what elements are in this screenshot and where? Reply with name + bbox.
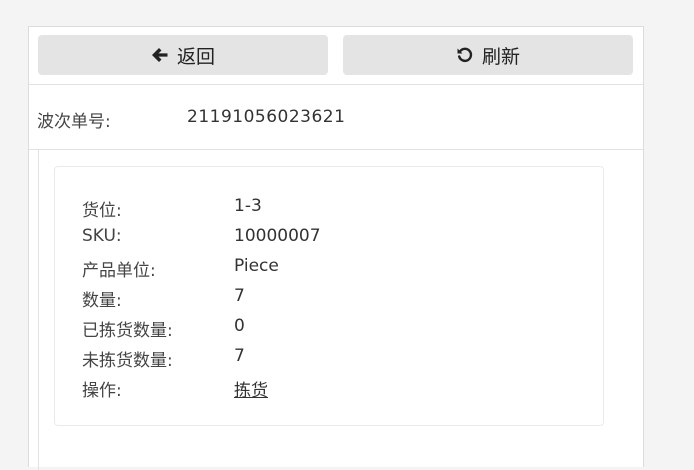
refresh-icon bbox=[456, 46, 474, 64]
unpicked-quantity-field: 未拣货数量: 7 bbox=[82, 346, 582, 371]
location-label: 货位: bbox=[82, 201, 122, 221]
wave-number-row: 波次单号: 21191056023621 bbox=[29, 85, 643, 150]
pick-list: 货位: 1-3 SKU: 10000007 产品单位: Piece 数量: 7 … bbox=[38, 150, 644, 470]
sku-label: SKU: bbox=[82, 226, 122, 246]
action-label: 操作: bbox=[82, 381, 122, 401]
action-field: 操作: 拣货 bbox=[82, 376, 582, 401]
wave-number-label: 波次单号: bbox=[37, 112, 111, 132]
unpicked-quantity-value: 7 bbox=[234, 346, 245, 366]
toolbar: 返回 刷新 bbox=[29, 27, 643, 85]
unit-field: 产品单位: Piece bbox=[82, 256, 582, 281]
arrow-left-icon bbox=[151, 46, 169, 64]
location-value: 1-3 bbox=[234, 196, 262, 216]
unit-value: Piece bbox=[234, 256, 279, 276]
picked-quantity-value: 0 bbox=[234, 316, 245, 336]
back-button-label: 返回 bbox=[176, 45, 215, 68]
quantity-field: 数量: 7 bbox=[82, 286, 582, 311]
quantity-value: 7 bbox=[234, 286, 245, 306]
location-field: 货位: 1-3 bbox=[82, 196, 582, 221]
refresh-button[interactable]: 刷新 bbox=[343, 35, 633, 75]
quantity-label: 数量: bbox=[82, 291, 122, 311]
back-button[interactable]: 返回 bbox=[38, 35, 328, 75]
unit-label: 产品单位: bbox=[82, 261, 156, 281]
refresh-button-label: 刷新 bbox=[481, 45, 520, 68]
picked-quantity-field: 已拣货数量: 0 bbox=[82, 316, 582, 341]
unpicked-quantity-label: 未拣货数量: bbox=[82, 351, 173, 371]
main-panel: 返回 刷新 波次单号: 21191056023621 货位: 1-3 SKU: … bbox=[28, 26, 644, 470]
pick-item-card: 货位: 1-3 SKU: 10000007 产品单位: Piece 数量: 7 … bbox=[54, 166, 604, 426]
pick-link[interactable]: 拣货 bbox=[234, 376, 268, 401]
sku-value: 10000007 bbox=[234, 226, 321, 246]
sku-field: SKU: 10000007 bbox=[82, 226, 582, 248]
wave-number-value: 21191056023621 bbox=[187, 107, 346, 127]
picked-quantity-label: 已拣货数量: bbox=[82, 321, 173, 341]
